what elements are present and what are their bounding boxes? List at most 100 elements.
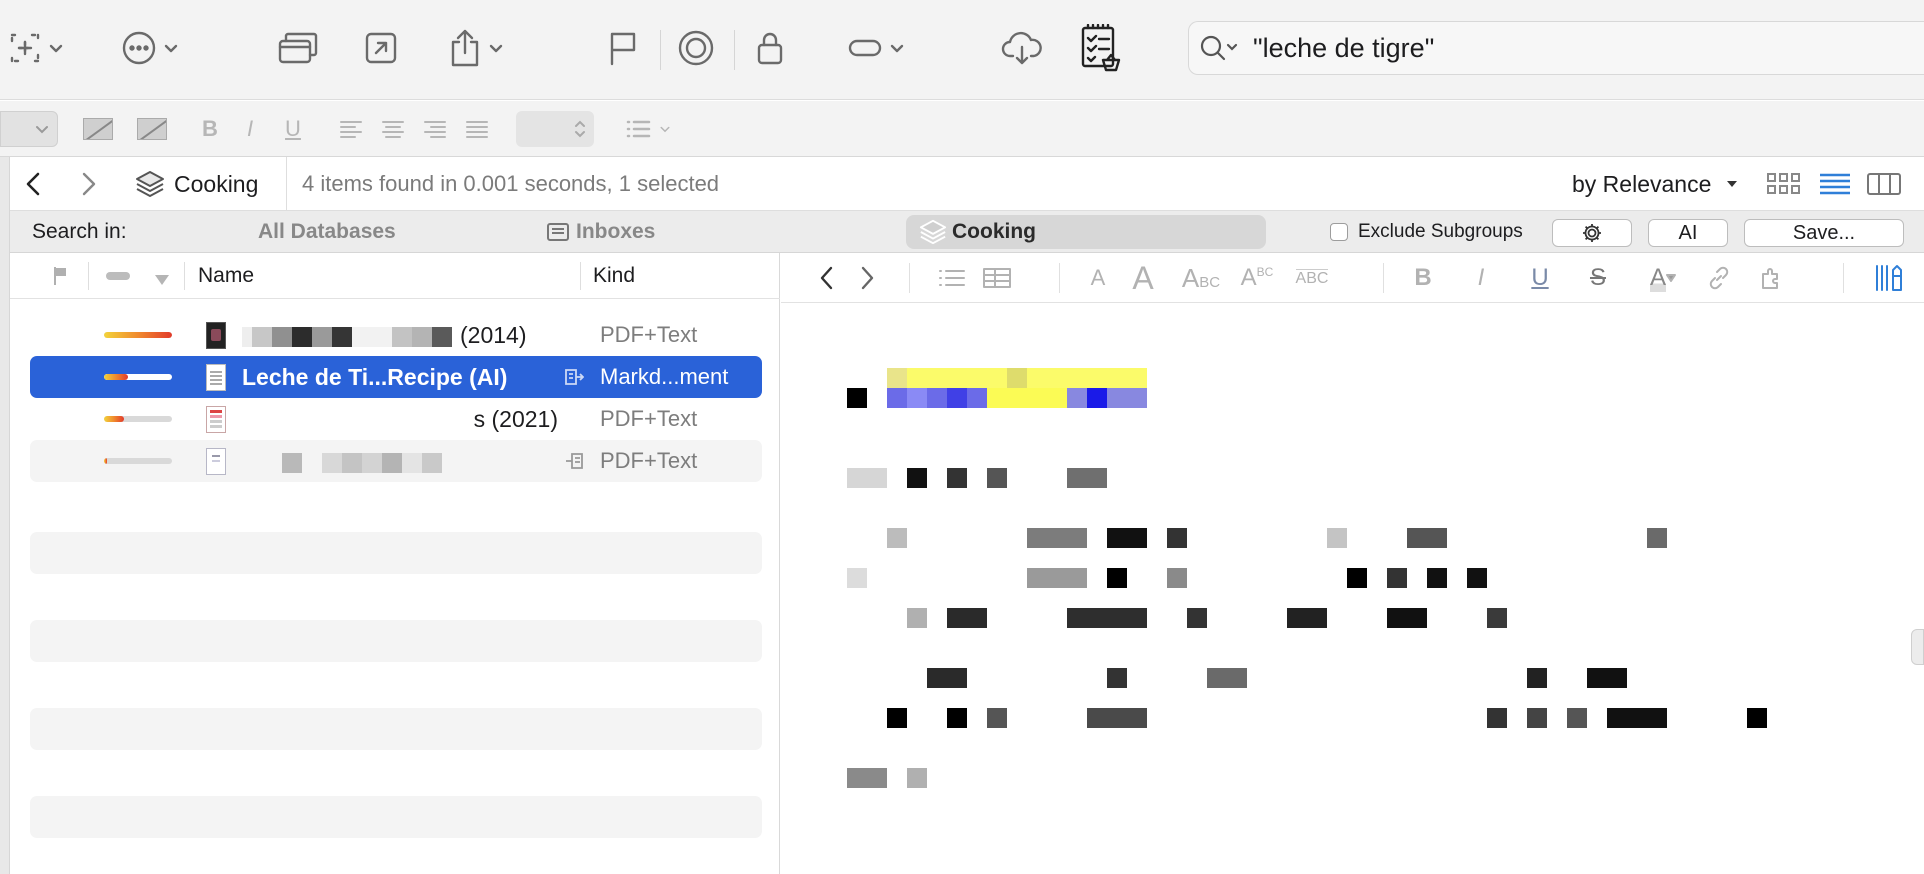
align-left-button[interactable] [338, 111, 364, 147]
database-stack-icon [136, 171, 164, 197]
flag-column-header[interactable] [52, 266, 68, 292]
small-caps-button[interactable]: ABC [1179, 261, 1223, 295]
kind-column-header[interactable]: Kind [593, 253, 635, 299]
open-externally-button[interactable] [358, 22, 404, 74]
underline-button[interactable]: U [1527, 261, 1553, 295]
justify-button[interactable] [464, 111, 490, 147]
item-name: s (2021) [242, 398, 558, 440]
superscript-button[interactable]: ABC [1239, 261, 1275, 295]
font-size-stepper[interactable] [516, 111, 594, 147]
text-color-button[interactable]: A [1641, 261, 1685, 295]
sidebar-edge [0, 157, 10, 874]
bold-icon: B [1414, 264, 1432, 291]
link-button[interactable] [1705, 261, 1733, 295]
database-crumb[interactable]: Cooking [134, 157, 258, 211]
pixel-block [847, 568, 867, 588]
pixel-block [1347, 568, 1367, 588]
item-kind: PDF+Text [600, 448, 698, 473]
new-window-button[interactable] [272, 22, 324, 74]
editor-back-button[interactable] [815, 261, 839, 295]
align-center-button[interactable] [380, 111, 406, 147]
results-list: Name Kind (2014) PDF+Text Leche de Ti...… [10, 253, 780, 874]
relevance-bar [104, 416, 172, 422]
grid-view-icon [1767, 173, 1800, 194]
more-actions-button[interactable] [112, 22, 188, 74]
font-larger-icon: A [1132, 259, 1154, 296]
tags-button[interactable] [838, 22, 914, 74]
color-well-icon [83, 118, 113, 140]
align-right-icon [424, 121, 446, 138]
flag-icon [610, 32, 636, 66]
list-item-selected[interactable]: Leche de Ti...Recipe (AI) Markd...ment [30, 356, 762, 398]
toolbar-divider [660, 30, 661, 70]
list-style-button[interactable] [620, 111, 676, 147]
italic-button[interactable]: I [238, 111, 262, 147]
italic-button[interactable]: I [1469, 261, 1493, 295]
stroke-color-button[interactable] [82, 111, 114, 147]
small-caps-icon: ABC [1181, 262, 1221, 293]
pixel-block [1167, 528, 1187, 548]
insert-table-button[interactable] [981, 261, 1013, 295]
share-button[interactable] [438, 22, 514, 74]
more-actions-icon [122, 31, 156, 65]
save-search-button[interactable]: Save... [1744, 219, 1904, 247]
pixel-block [1387, 608, 1427, 628]
all-caps-button[interactable]: ABC [1291, 261, 1333, 295]
inspector-button[interactable] [1871, 261, 1905, 295]
insert-list-button[interactable] [937, 261, 967, 295]
puzzle-icon [1762, 268, 1778, 289]
new-group-button[interactable] [0, 22, 72, 74]
empty-row [30, 796, 762, 838]
all-caps-icon: ABC [1295, 268, 1329, 287]
icon-view-button[interactable] [1766, 171, 1802, 197]
forward-button[interactable] [74, 170, 102, 198]
lock-button[interactable] [746, 22, 794, 74]
name-column-header[interactable]: Name [198, 253, 254, 299]
underline-button[interactable]: U [280, 111, 306, 147]
ai-button[interactable]: AI [1648, 219, 1728, 247]
fill-color-button[interactable] [136, 111, 168, 147]
larger-font-button[interactable]: A [1127, 259, 1159, 296]
editor-forward-button[interactable] [855, 261, 879, 295]
scope-cooking[interactable]: Cooking [906, 215, 1266, 249]
smaller-font-button[interactable]: A [1085, 261, 1111, 295]
pixel-block [1107, 568, 1127, 588]
scope-all-databases[interactable]: All Databases [258, 211, 396, 253]
bold-button[interactable]: B [198, 111, 222, 147]
checklist-button[interactable] [1076, 22, 1126, 74]
relevance-column-header[interactable] [106, 272, 130, 280]
search-field[interactable]: "leche de tigre" [1188, 21, 1924, 75]
list-item[interactable]: s (2021) PDF+Text [30, 398, 762, 440]
search-options-button[interactable] [1552, 219, 1632, 247]
pixel-block [1647, 528, 1667, 548]
flag-button[interactable] [600, 22, 646, 74]
mark-button[interactable] [672, 22, 720, 74]
pixel-block [1327, 528, 1347, 548]
column-view-button[interactable] [1866, 171, 1902, 197]
sort-popup[interactable]: by Relevance [1572, 157, 1739, 211]
strikethrough-button[interactable]: S [1585, 261, 1611, 295]
style-popup[interactable] [0, 111, 58, 147]
list-item[interactable]: (2014) PDF+Text [30, 314, 762, 356]
scope-inboxes[interactable]: Inboxes [546, 211, 655, 253]
sync-button[interactable] [998, 22, 1046, 74]
side-panel-handle[interactable] [1911, 629, 1924, 665]
pixel-block [847, 468, 887, 488]
back-button[interactable] [20, 170, 48, 198]
pixel-block [987, 708, 1007, 728]
pixel-block [1087, 388, 1107, 408]
inbox-icon [547, 223, 569, 241]
extension-button[interactable] [1757, 261, 1785, 295]
list-item[interactable]: PDF+Text [30, 440, 762, 482]
exclude-subgroups-checkbox[interactable]: Exclude Subgroups [1330, 211, 1523, 253]
gear-icon [1583, 224, 1601, 242]
column-divider [184, 262, 185, 290]
sort-direction-indicator[interactable] [154, 269, 170, 293]
checkbox-box[interactable] [1330, 223, 1348, 241]
pixel-block [987, 468, 1007, 488]
list-view-button[interactable] [1818, 171, 1852, 197]
text-color-icon: A [1649, 264, 1666, 292]
align-right-button[interactable] [422, 111, 448, 147]
bold-button[interactable]: B [1411, 261, 1435, 295]
search-query[interactable]: "leche de tigre" [1253, 33, 1434, 64]
